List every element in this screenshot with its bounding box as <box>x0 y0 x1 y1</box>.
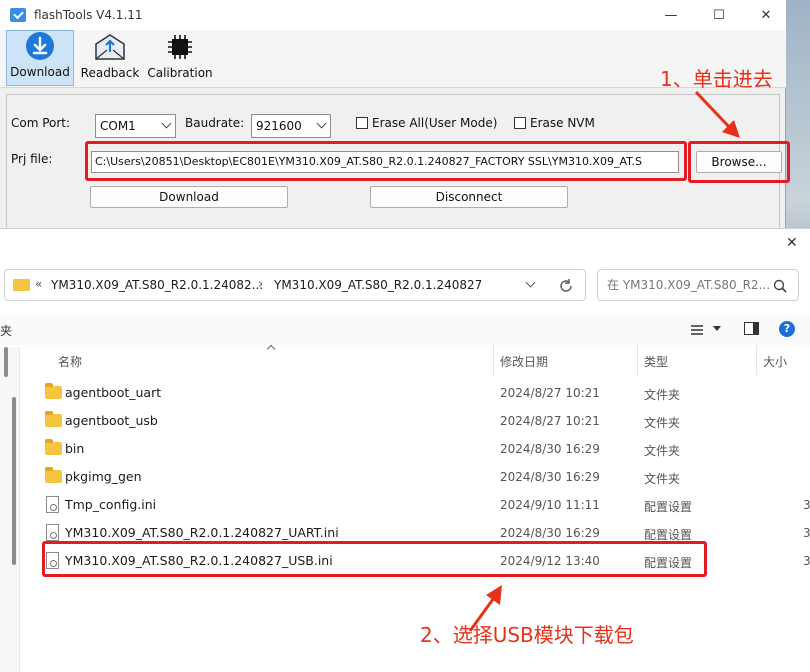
breadcrumb-separator: › <box>258 277 264 292</box>
config-file-icon <box>46 524 59 541</box>
file-name: pkgimg_gen <box>65 469 142 484</box>
column-header-type[interactable]: 类型 <box>644 353 668 370</box>
file-row-agentboot-usb[interactable]: agentboot_usb 2024/8/27 10:21 文件夹 <box>22 407 810 435</box>
file-type: 文件夹 <box>644 472 681 486</box>
erase-all-checkbox[interactable] <box>356 117 368 129</box>
file-name: YM310.X09_AT.S80_R2.0.1.240827_UART.ini <box>65 525 339 540</box>
column-separator[interactable] <box>637 345 638 375</box>
file-date: 2024/8/30 16:29 <box>500 526 600 540</box>
refresh-icon[interactable] <box>558 278 574 294</box>
file-type: 文件夹 <box>644 388 681 402</box>
file-type: 文件夹 <box>644 416 681 430</box>
chevron-down-icon[interactable] <box>525 277 536 288</box>
toolbar-download-label: Download <box>10 65 70 79</box>
file-name: agentboot_usb <box>65 413 158 428</box>
column-header-name[interactable]: 名称 <box>58 353 82 370</box>
download-icon <box>26 32 54 60</box>
column-header-date[interactable]: 修改日期 <box>500 353 548 370</box>
file-open-dialog: ✕ « YM310.X09_AT.S80_R2.0.1.24082... › Y… <box>0 228 810 672</box>
baudrate-select[interactable]: 921600 <box>251 114 331 138</box>
folder-icon <box>45 411 62 427</box>
search-icon[interactable] <box>773 279 787 293</box>
file-date: 2024/8/27 10:21 <box>500 386 600 400</box>
prj-file-highlight-box <box>85 141 687 181</box>
file-date: 2024/8/30 16:29 <box>500 442 600 456</box>
readback-envelope-icon <box>95 34 125 60</box>
preview-pane-icon[interactable] <box>744 322 759 335</box>
minimize-button[interactable]: — <box>648 0 694 30</box>
window-title: flashTools V4.1.11 <box>34 8 143 22</box>
search-input[interactable]: 在 YM310.X09_AT.S80_R2... <box>597 269 799 301</box>
chevron-down-icon <box>316 118 327 129</box>
config-file-icon <box>46 496 59 513</box>
erase-nvm-checkbox[interactable] <box>514 117 526 129</box>
file-row-agentboot-uart[interactable]: agentboot_uart 2024/8/27 10:21 文件夹 <box>22 379 810 407</box>
baudrate-label: Baudrate: <box>185 116 245 130</box>
com-port-value: COM1 <box>100 119 136 133</box>
file-row-tmp-config[interactable]: Tmp_config.ini 2024/9/10 11:11 配置设置 3 <box>22 491 810 519</box>
close-button[interactable]: ✕ <box>743 0 789 30</box>
command-bar: 夹 ? <box>0 315 810 345</box>
folder-icon <box>13 279 30 291</box>
file-date: 2024/8/30 16:29 <box>500 470 600 484</box>
usb-file-highlight-box <box>42 541 707 577</box>
view-menu-icon[interactable] <box>690 323 704 337</box>
step2-annotation: 2、选择USB模块下载包 <box>420 623 634 647</box>
breadcrumb-parent[interactable]: YM310.X09_AT.S80_R2.0.1.24082... <box>51 278 263 292</box>
com-port-select[interactable]: COM1 <box>95 114 176 138</box>
file-name: bin <box>65 441 85 456</box>
nav-scrollbar-thumb[interactable] <box>4 347 8 377</box>
dialog-titlebar: ✕ <box>0 229 810 257</box>
file-name: agentboot_uart <box>65 385 162 400</box>
help-icon[interactable]: ? <box>779 321 795 337</box>
toolbar-calibration-button[interactable]: Calibration <box>146 30 214 86</box>
toolbar-readback-button[interactable]: Readback <box>78 30 142 86</box>
file-size: 3 <box>803 554 810 568</box>
address-bar[interactable]: « YM310.X09_AT.S80_R2.0.1.24082... › YM3… <box>4 269 586 301</box>
breadcrumb-current[interactable]: YM310.X09_AT.S80_R2.0.1.240827 <box>274 278 482 292</box>
file-row-pkgimg-gen[interactable]: pkgimg_gen 2024/8/30 16:29 文件夹 <box>22 463 810 491</box>
erase-all-label: Erase All(User Mode) <box>372 116 498 130</box>
sort-ascending-icon <box>266 344 276 354</box>
chip-icon <box>168 35 192 59</box>
file-size: 3 <box>803 526 810 540</box>
file-name: Tmp_config.ini <box>65 497 157 512</box>
column-header-size[interactable]: 大小 <box>763 353 787 370</box>
folder-icon <box>45 467 62 483</box>
left-pane-folder-label: 夹 <box>0 324 13 338</box>
disconnect-button[interactable]: Disconnect <box>370 186 568 208</box>
navigation-pane[interactable] <box>0 347 20 672</box>
folder-icon <box>45 383 62 399</box>
com-port-label: Com Port: <box>11 116 71 130</box>
toolbar-calibration-label: Calibration <box>147 66 213 80</box>
column-separator[interactable] <box>756 345 757 375</box>
prj-file-label: Prj file: <box>11 152 53 166</box>
chevron-down-icon[interactable] <box>713 326 721 331</box>
folder-icon <box>45 439 62 455</box>
maximize-button[interactable]: ☐ <box>696 0 742 30</box>
file-row-bin[interactable]: bin 2024/8/30 16:29 文件夹 <box>22 435 810 463</box>
file-type: 文件夹 <box>644 444 681 458</box>
app-icon <box>10 8 26 22</box>
file-size: 3 <box>803 498 810 512</box>
nav-scrollbar[interactable] <box>12 397 16 565</box>
file-type: 配置设置 <box>644 500 693 514</box>
erase-nvm-label: Erase NVM <box>530 116 595 130</box>
toolbar-readback-label: Readback <box>80 66 140 80</box>
download-button[interactable]: Download <box>90 186 288 208</box>
dialog-close-button[interactable]: ✕ <box>786 235 798 251</box>
flashtools-window: flashTools V4.1.11 — ☐ ✕ Download Readba… <box>0 0 786 236</box>
flashtools-titlebar: flashTools V4.1.11 — ☐ ✕ <box>0 0 786 30</box>
browse-highlight-box <box>688 141 790 183</box>
arrow-annotation-icon <box>694 90 740 138</box>
file-date: 2024/8/27 10:21 <box>500 414 600 428</box>
file-date: 2024/9/10 11:11 <box>500 498 600 512</box>
breadcrumb-overflow[interactable]: « <box>35 277 42 291</box>
baudrate-value: 921600 <box>256 119 302 133</box>
chevron-down-icon <box>161 118 172 129</box>
toolbar-download-button[interactable]: Download <box>6 30 74 86</box>
column-separator[interactable] <box>493 345 494 375</box>
